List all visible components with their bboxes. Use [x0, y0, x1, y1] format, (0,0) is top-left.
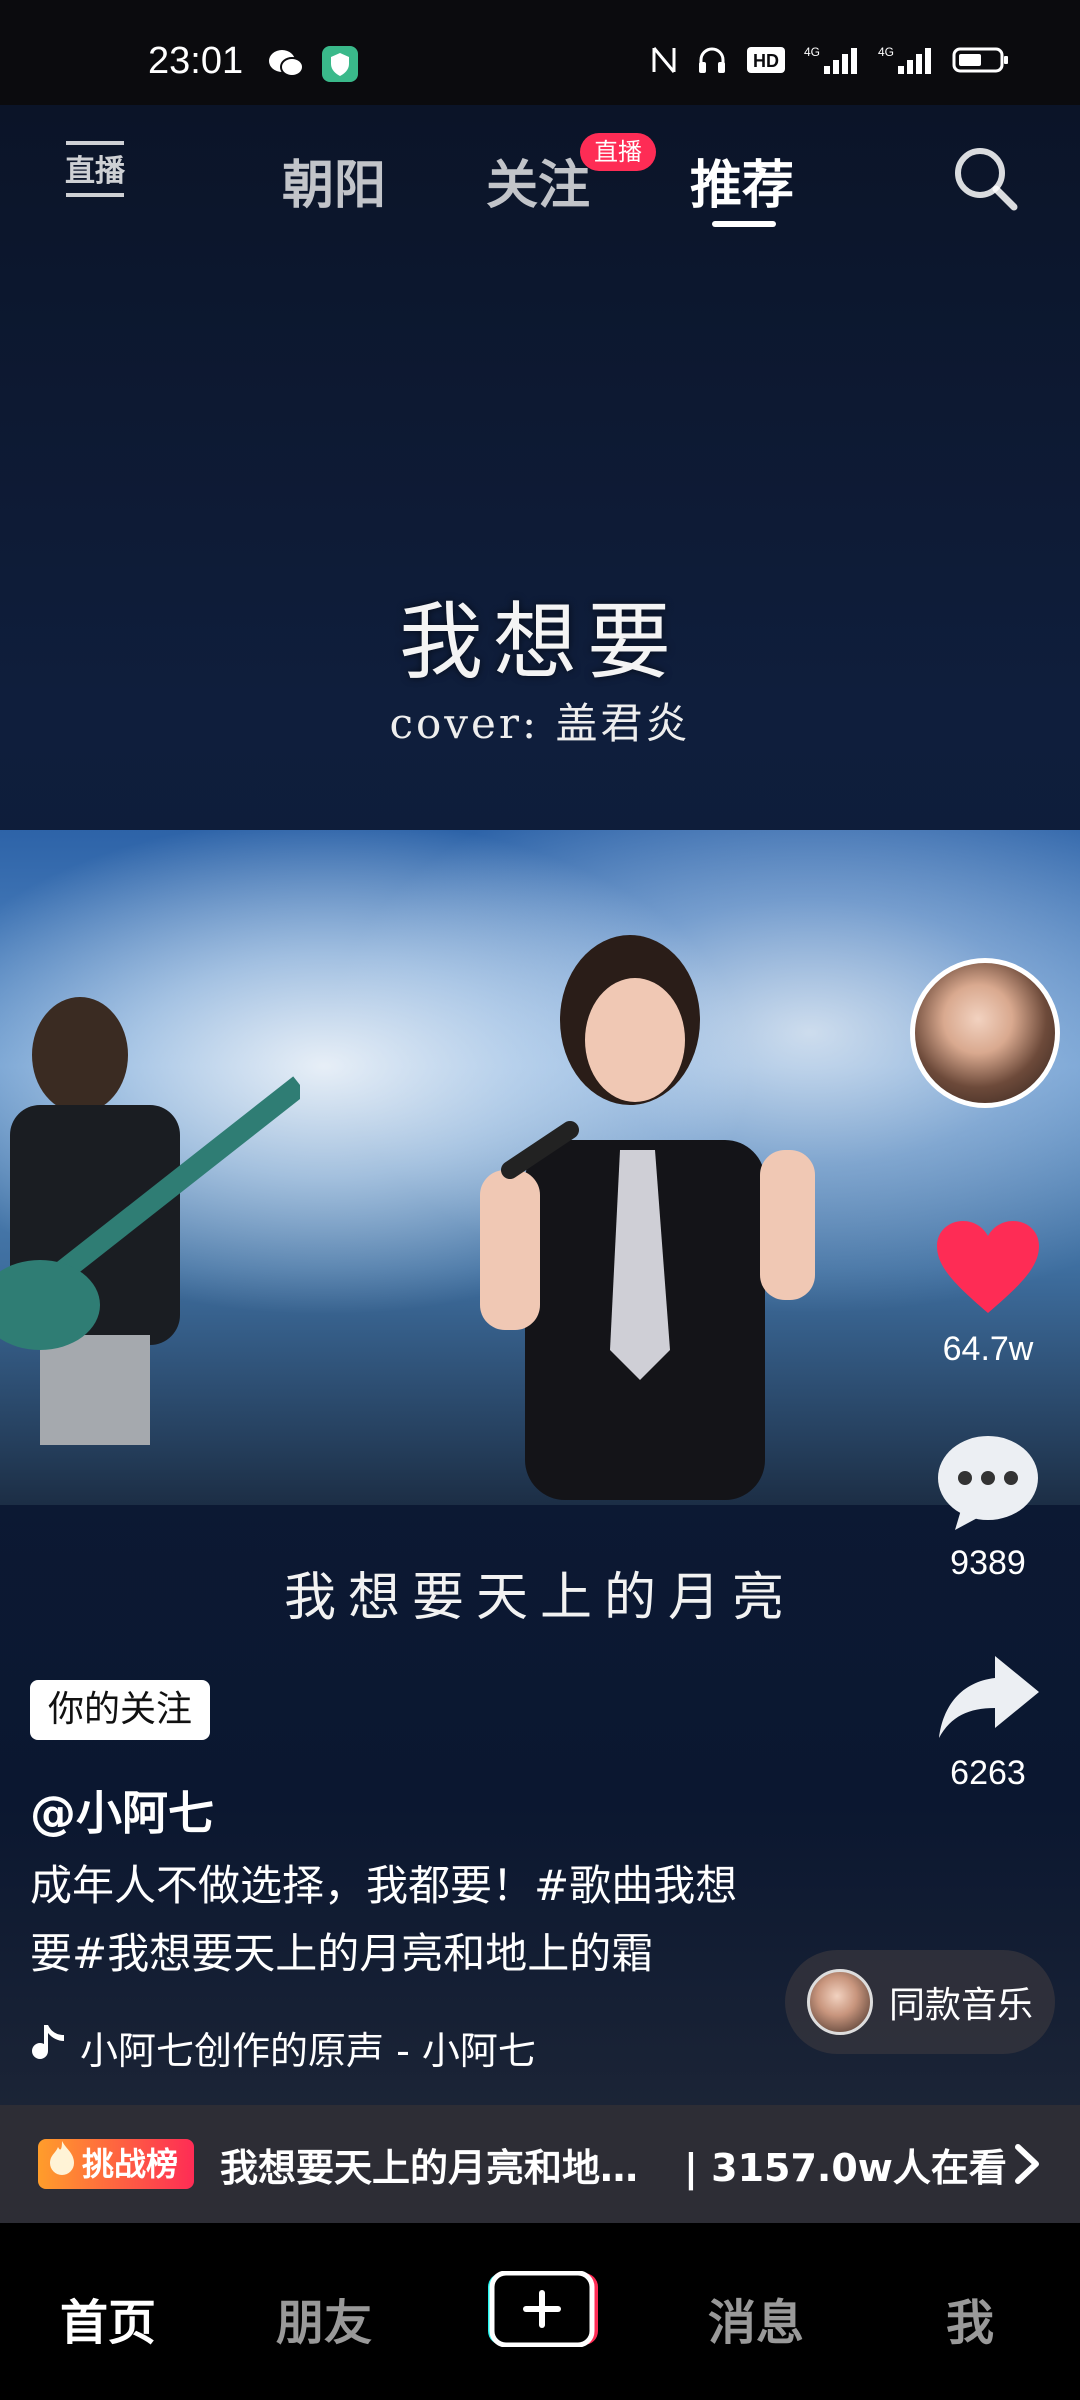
- challenge-badge-label: 挑战榜: [82, 2145, 179, 2183]
- challenge-title: 我想要天上的月亮和地…: [220, 2145, 639, 2190]
- like-button[interactable]: 64.7w: [920, 1218, 1056, 1369]
- hd-icon: HD: [746, 44, 786, 80]
- nav-friends[interactable]: 朋友: [276, 2283, 372, 2353]
- like-count: 64.7w: [942, 1330, 1034, 1368]
- nfc-icon: [650, 44, 678, 80]
- active-tab-indicator: [712, 221, 776, 227]
- signal-4g-icon: 4G: [804, 44, 860, 80]
- bottom-navigation: 首页 朋友 消息 我: [0, 2223, 1080, 2400]
- challenge-badge: 挑战榜: [38, 2139, 195, 2189]
- comment-icon: [933, 1436, 1043, 1536]
- author-name[interactable]: @小阿七: [30, 1777, 214, 1843]
- create-post-button[interactable]: [482, 2270, 598, 2348]
- svg-text:4G: 4G: [804, 45, 820, 59]
- svg-text:4G: 4G: [878, 45, 894, 59]
- wechat-icon: [268, 48, 304, 84]
- nav-home[interactable]: 首页: [60, 2283, 156, 2353]
- tab-following[interactable]: 关注: [486, 143, 590, 218]
- chevron-right-icon: [1012, 2143, 1042, 2185]
- author-avatar[interactable]: [910, 958, 1060, 1108]
- same-music-button[interactable]: 同款音乐: [785, 1950, 1055, 2054]
- singer-figure: [480, 935, 815, 1500]
- guitarist-figure: [0, 997, 300, 1445]
- share-count: 6263: [950, 1754, 1026, 1792]
- status-time: 23:01: [148, 40, 244, 82]
- top-navigation: 直播 朝阳 关注 直播 推荐: [0, 105, 1080, 245]
- battery-icon: [952, 44, 1010, 80]
- search-icon[interactable]: [950, 143, 1022, 215]
- comment-button[interactable]: 9389: [920, 1432, 1056, 1583]
- share-button[interactable]: 6263: [920, 1650, 1056, 1793]
- video-lyric-caption: 我想要天上的月亮: [283, 1568, 796, 1628]
- headset-icon: [696, 44, 728, 80]
- flame-icon: [48, 2139, 76, 2189]
- comment-count: 9389: [950, 1544, 1026, 1582]
- svg-text:直播: 直播: [65, 154, 126, 189]
- status-bar: 23:01 HD 4G 4G: [0, 0, 1080, 105]
- live-entry-button[interactable]: 直播: [60, 135, 130, 205]
- tab-recommend[interactable]: 推荐: [690, 143, 794, 218]
- security-app-icon: [322, 46, 358, 86]
- same-music-label: 同款音乐: [889, 1985, 1034, 2026]
- music-avatar: [807, 1969, 873, 2035]
- challenge-bar[interactable]: 挑战榜 我想要天上的月亮和地… | 3157.0w人在看: [0, 2105, 1080, 2223]
- live-badge: 直播: [580, 133, 656, 171]
- heart-icon: [933, 1221, 1043, 1322]
- svg-text:HD: HD: [753, 51, 779, 71]
- challenge-viewers: | 3157.0w人在看: [684, 2145, 1007, 2190]
- tab-chaoyang[interactable]: 朝阳: [282, 143, 386, 218]
- nav-messages[interactable]: 消息: [708, 2283, 804, 2353]
- nav-me[interactable]: 我: [946, 2283, 994, 2353]
- music-note-icon: [30, 2023, 66, 2072]
- post-description[interactable]: 成年人不做选择，我都要！#歌曲我想要#我想要天上的月亮和地上的霜: [30, 1852, 750, 1988]
- signal-4g-icon-2: 4G: [878, 44, 934, 80]
- music-title: 小阿七创作的原声 - 小阿七: [80, 2029, 536, 2073]
- music-credit[interactable]: 小阿七创作的原声 - 小阿七: [30, 2020, 590, 2075]
- video-song-title: 我想要: [398, 593, 681, 691]
- video-cover-credit: cover: 盖君炎: [389, 699, 691, 748]
- share-arrow-icon: [933, 1656, 1043, 1746]
- your-following-tag: 你的关注: [30, 1680, 211, 1740]
